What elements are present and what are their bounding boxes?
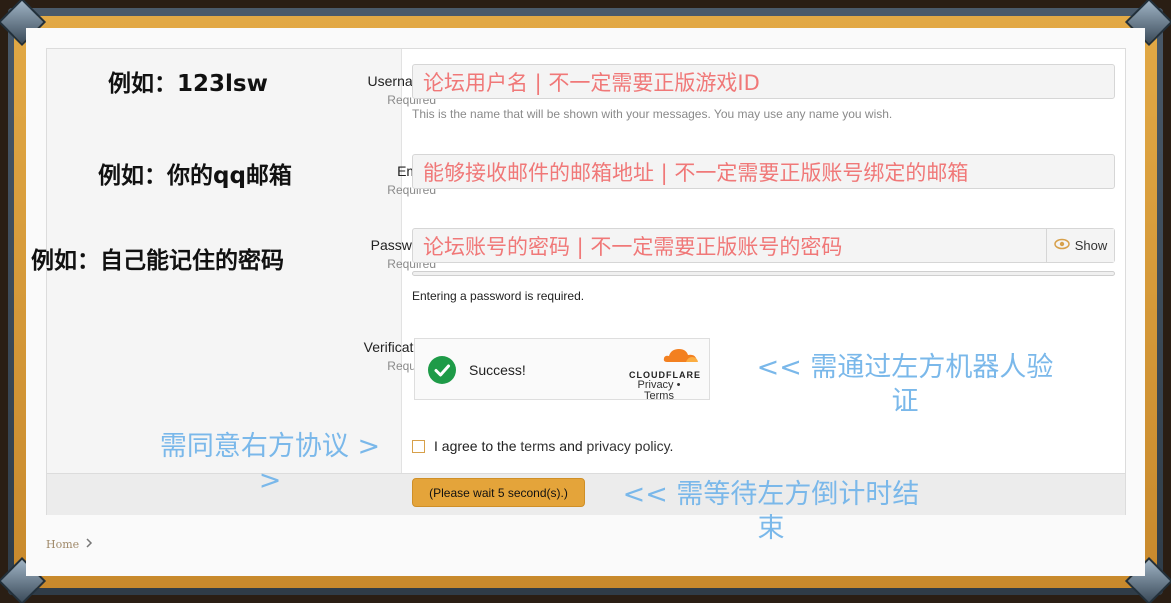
success-check-icon <box>428 356 456 384</box>
verification-status: Success! <box>469 362 526 378</box>
agree-prefix: I agree to the <box>434 438 517 454</box>
agree-checkbox[interactable] <box>412 439 425 453</box>
verification-annotation: << 需通过左方机器人验 证 <box>740 351 1070 419</box>
cloudflare-terms-link[interactable]: Terms <box>644 390 674 402</box>
email-example-annotation: 例如：你的qq邮箱 <box>98 163 292 189</box>
password-input[interactable]: 论坛账号的密码 | 不一定需要正版账号的密码 <box>412 228 1115 263</box>
password-strength-meter <box>412 271 1115 276</box>
cloudflare-links: Privacy • Terms <box>617 380 701 402</box>
verification-annotation-line1: << 需通过左方机器人验 <box>756 352 1054 383</box>
breadcrumb: Home <box>46 538 93 551</box>
cloudflare-cloud-icon <box>617 345 701 368</box>
breadcrumb-home-link[interactable]: Home <box>46 538 79 551</box>
wait-annotation-line1: << 需等待左方倒计时结 <box>622 479 920 510</box>
agree-terms-row[interactable]: I agree to the terms and privacy policy. <box>412 438 673 454</box>
register-button[interactable]: (Please wait 5 second(s).) <box>412 478 585 507</box>
eye-icon <box>1053 238 1070 253</box>
agree-and: and <box>559 438 583 454</box>
agree-annotation-line2: > <box>258 465 282 496</box>
email-input[interactable]: 能够接收邮件的邮箱地址 | 不一定需要正版账号绑定的邮箱 <box>412 154 1115 189</box>
password-hint: Entering a password is required. <box>412 289 585 303</box>
show-password-label: Show <box>1074 238 1108 253</box>
link-separator: • <box>676 379 681 391</box>
agree-annotation: 需同意右方协议 > > <box>146 430 394 498</box>
verification-label: Verification: <box>363 339 436 355</box>
password-example-annotation: 例如：自己能记住的密码 <box>31 248 284 274</box>
wait-annotation-line2: 束 <box>757 513 785 544</box>
username-example-annotation: 例如：123lsw <box>108 71 268 97</box>
wait-annotation: << 需等待左方倒计时结 束 <box>606 478 936 546</box>
verification-label-group: Verification: Required <box>236 339 436 373</box>
agree-text: I agree to the terms and privacy policy. <box>434 438 673 454</box>
show-password-button[interactable]: Show <box>1046 229 1114 262</box>
verification-annotation-line2: 证 <box>891 386 919 417</box>
cloudflare-turnstile-widget[interactable]: Success! CLOUDFLARE Privacy • Terms <box>414 338 710 402</box>
terms-link[interactable]: terms <box>520 438 555 454</box>
username-hint: This is the name that will be shown with… <box>412 107 893 121</box>
verification-required: Required <box>387 359 436 373</box>
agree-suffix: . <box>669 438 674 454</box>
agree-annotation-line1: 需同意右方协议 > <box>159 431 381 462</box>
privacy-policy-link[interactable]: privacy policy <box>587 438 670 454</box>
chevron-right-icon <box>85 538 93 551</box>
cloudflare-branding: CLOUDFLARE Privacy • Terms <box>617 345 701 402</box>
username-input[interactable]: 论坛用户名 | 不一定需要正版游戏ID <box>412 64 1115 99</box>
